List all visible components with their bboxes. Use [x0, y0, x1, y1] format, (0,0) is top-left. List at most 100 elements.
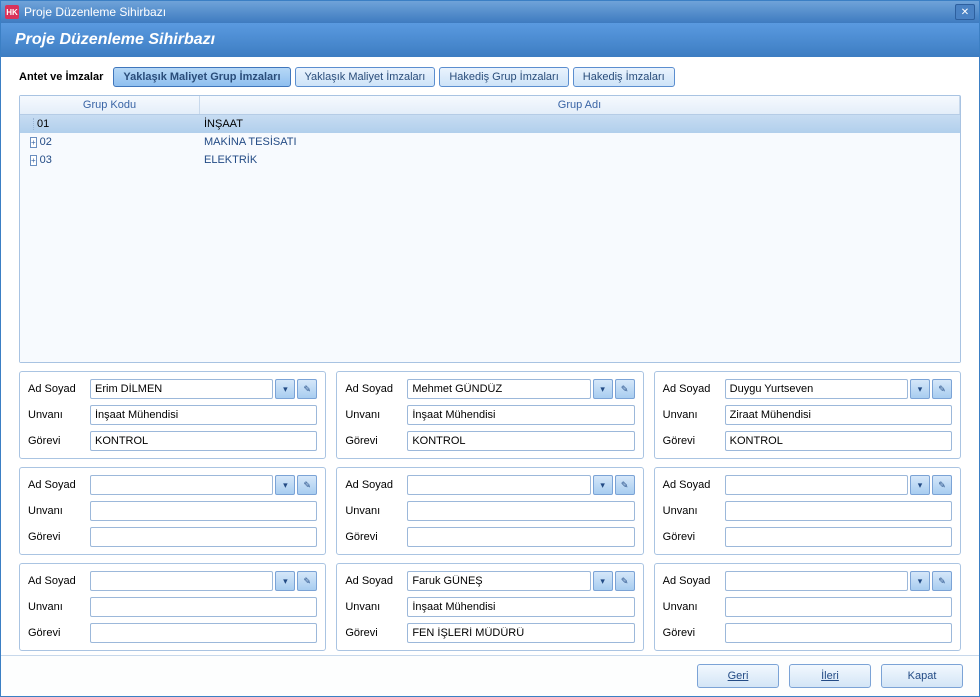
window-title: Proje Düzenleme Sihirbazı	[24, 5, 955, 19]
tree-expand-icon: +	[30, 136, 37, 148]
tab-1[interactable]: Yaklaşık Maliyet İmzaları	[295, 67, 436, 87]
close-button[interactable]: Kapat	[881, 664, 963, 688]
back-button[interactable]: Geri	[697, 664, 779, 688]
edit-icon[interactable]: ✎	[932, 475, 952, 495]
label-unvani: Unvanı	[663, 409, 725, 421]
edit-icon[interactable]: ✎	[615, 475, 635, 495]
label-ad-soyad: Ad Soyad	[345, 575, 407, 587]
unvani-input[interactable]	[407, 597, 634, 617]
chevron-down-icon[interactable]: ▾	[275, 475, 295, 495]
ad-soyad-input[interactable]	[407, 571, 590, 591]
chevron-down-icon[interactable]: ▾	[910, 475, 930, 495]
label-ad-soyad: Ad Soyad	[345, 479, 407, 491]
chevron-down-icon[interactable]: ▾	[593, 475, 613, 495]
edit-icon[interactable]: ✎	[297, 475, 317, 495]
ad-soyad-input[interactable]	[90, 379, 273, 399]
label-unvani: Unvanı	[663, 505, 725, 517]
unvani-input[interactable]	[90, 405, 317, 425]
grid-cell-code: 01	[37, 118, 49, 130]
page-header: Proje Düzenleme Sihirbazı	[1, 23, 979, 57]
signature-block: Ad Soyad ▾✎ Unvanı Görevi	[654, 467, 961, 555]
grid-header: Grup Kodu Grup Adı	[20, 96, 960, 115]
gorevi-input[interactable]	[90, 431, 317, 451]
label-unvani: Unvanı	[28, 601, 90, 613]
signature-block: Ad Soyad▾✎UnvanıGörevi	[336, 467, 643, 555]
next-button[interactable]: İleri	[789, 664, 871, 688]
chevron-down-icon[interactable]: ▾	[275, 571, 295, 591]
gorevi-input[interactable]	[407, 527, 634, 547]
gorevi-input[interactable]	[407, 431, 634, 451]
label-gorevi: Görevi	[663, 531, 725, 543]
label-ad-soyad: Ad Soyad	[28, 383, 90, 395]
label-gorevi: Görevi	[345, 531, 407, 543]
chevron-down-icon[interactable]: ▾	[910, 571, 930, 591]
tab-3[interactable]: Hakediş İmzaları	[573, 67, 675, 87]
ad-soyad-input[interactable]	[725, 475, 908, 495]
ad-soyad-input[interactable]	[725, 571, 908, 591]
signature-block: Ad Soyad▾✎UnvanıGörevi	[336, 371, 643, 459]
gorevi-input[interactable]	[725, 431, 952, 451]
chevron-down-icon[interactable]: ▾	[593, 571, 613, 591]
grid-cell-code: 03	[40, 154, 52, 166]
gorevi-input[interactable]	[725, 527, 952, 547]
unvani-input[interactable]	[725, 405, 952, 425]
gorevi-input[interactable]	[90, 623, 317, 643]
label-ad-soyad: Ad Soyad	[663, 383, 725, 395]
grid-cell-code: 02	[40, 136, 52, 148]
chevron-down-icon[interactable]: ▾	[910, 379, 930, 399]
grid-row[interactable]: +02 MAKİNA TESİSATI	[20, 133, 960, 151]
label-ad-soyad: Ad Soyad	[28, 479, 90, 491]
gorevi-input[interactable]	[90, 527, 317, 547]
unvani-input[interactable]	[407, 405, 634, 425]
footer: Geri İleri Kapat	[1, 655, 979, 696]
tree-expand-icon: +	[30, 154, 37, 166]
tab-2[interactable]: Hakediş Grup İmzaları	[439, 67, 568, 87]
unvani-input[interactable]	[725, 501, 952, 521]
signature-block: Ad Soyad ▾✎ Unvanı Görevi	[654, 563, 961, 651]
label-gorevi: Görevi	[663, 627, 725, 639]
ad-soyad-input[interactable]	[90, 571, 273, 591]
ad-soyad-input[interactable]	[90, 475, 273, 495]
label-unvani: Unvanı	[663, 601, 725, 613]
ad-soyad-input[interactable]	[725, 379, 908, 399]
signature-block: Ad Soyad▾✎UnvanıGörevi	[654, 371, 961, 459]
grid-row[interactable]: 01İNŞAAT	[20, 115, 960, 133]
signature-block: Ad Soyad▾✎UnvanıGörevi	[19, 467, 326, 555]
label-unvani: Unvanı	[345, 601, 407, 613]
unvani-input[interactable]	[90, 597, 317, 617]
edit-icon[interactable]: ✎	[297, 571, 317, 591]
grid-header-name[interactable]: Grup Adı	[200, 96, 960, 114]
label-gorevi: Görevi	[28, 531, 90, 543]
close-window-button[interactable]: ✕	[955, 4, 975, 20]
section-label: Antet ve İmzalar	[19, 71, 103, 83]
unvani-input[interactable]	[90, 501, 317, 521]
grid-row[interactable]: +03 ELEKTRİK	[20, 151, 960, 169]
edit-icon[interactable]: ✎	[297, 379, 317, 399]
ad-soyad-input[interactable]	[407, 379, 590, 399]
grid-body[interactable]: 01İNŞAAT +02 MAKİNA TESİSATI +03 ELEKTRİK	[20, 115, 960, 362]
grid-cell-name: MAKİNA TESİSATI	[200, 136, 960, 148]
tab-0[interactable]: Yaklaşık Maliyet Grup İmzaları	[113, 67, 290, 87]
tabs-row: Antet ve İmzalar Yaklaşık Maliyet Grup İ…	[19, 67, 961, 87]
edit-icon[interactable]: ✎	[615, 379, 635, 399]
label-ad-soyad: Ad Soyad	[663, 479, 725, 491]
edit-icon[interactable]: ✎	[932, 571, 952, 591]
chevron-down-icon[interactable]: ▾	[275, 379, 295, 399]
grid-header-code[interactable]: Grup Kodu	[20, 96, 200, 114]
grid-cell-name: ELEKTRİK	[200, 154, 960, 166]
label-unvani: Unvanı	[345, 409, 407, 421]
close-icon: ✕	[961, 7, 969, 18]
titlebar: HK Proje Düzenleme Sihirbazı ✕	[1, 1, 979, 23]
gorevi-input[interactable]	[725, 623, 952, 643]
gorevi-input[interactable]	[407, 623, 634, 643]
tree-dots-icon	[30, 118, 34, 130]
chevron-down-icon[interactable]: ▾	[593, 379, 613, 399]
ad-soyad-input[interactable]	[407, 475, 590, 495]
label-ad-soyad: Ad Soyad	[663, 575, 725, 587]
app-window: HK Proje Düzenleme Sihirbazı ✕ Proje Düz…	[0, 0, 980, 697]
edit-icon[interactable]: ✎	[615, 571, 635, 591]
edit-icon[interactable]: ✎	[932, 379, 952, 399]
unvani-input[interactable]	[725, 597, 952, 617]
content-area: Antet ve İmzalar Yaklaşık Maliyet Grup İ…	[1, 57, 979, 655]
unvani-input[interactable]	[407, 501, 634, 521]
